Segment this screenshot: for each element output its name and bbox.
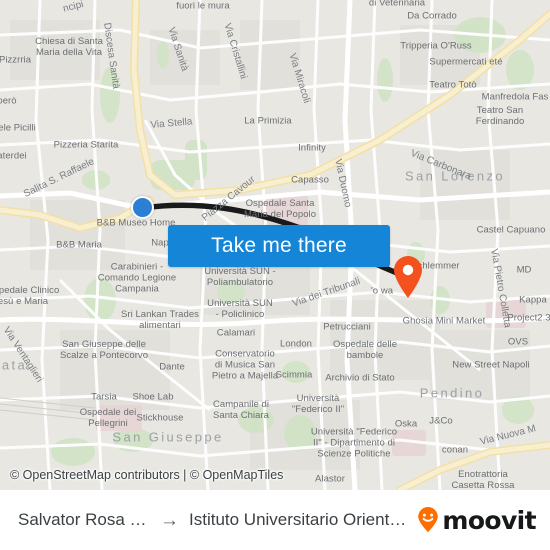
map-attribution: © OpenStreetMap contributors | © OpenMap… <box>10 468 284 482</box>
moovit-wordmark: moovit <box>442 505 536 535</box>
moovit-pin-icon <box>418 507 439 533</box>
arrow-right-icon: → <box>160 509 179 531</box>
moovit-map-screenshot: fuori le mura di Veterinaria Da Corrado Chi… <box>0 0 550 550</box>
footer-destination-name: Istituto Universitario Orientale - ... <box>189 510 415 529</box>
origin-marker[interactable] <box>131 196 154 219</box>
footer-origin-name: Salvator Rosa - ... <box>18 510 150 529</box>
map-canvas[interactable]: fuori le mura di Veterinaria Da Corrado Chi… <box>0 0 550 490</box>
destination-marker[interactable] <box>392 255 424 299</box>
moovit-logo[interactable]: moovit <box>415 505 537 535</box>
take-me-there-button[interactable]: Take me there <box>168 225 390 267</box>
route-summary: Salvator Rosa - ... → Istituto Universit… <box>18 510 415 530</box>
footer-bar: Salvator Rosa - ... → Istituto Universit… <box>0 490 550 550</box>
